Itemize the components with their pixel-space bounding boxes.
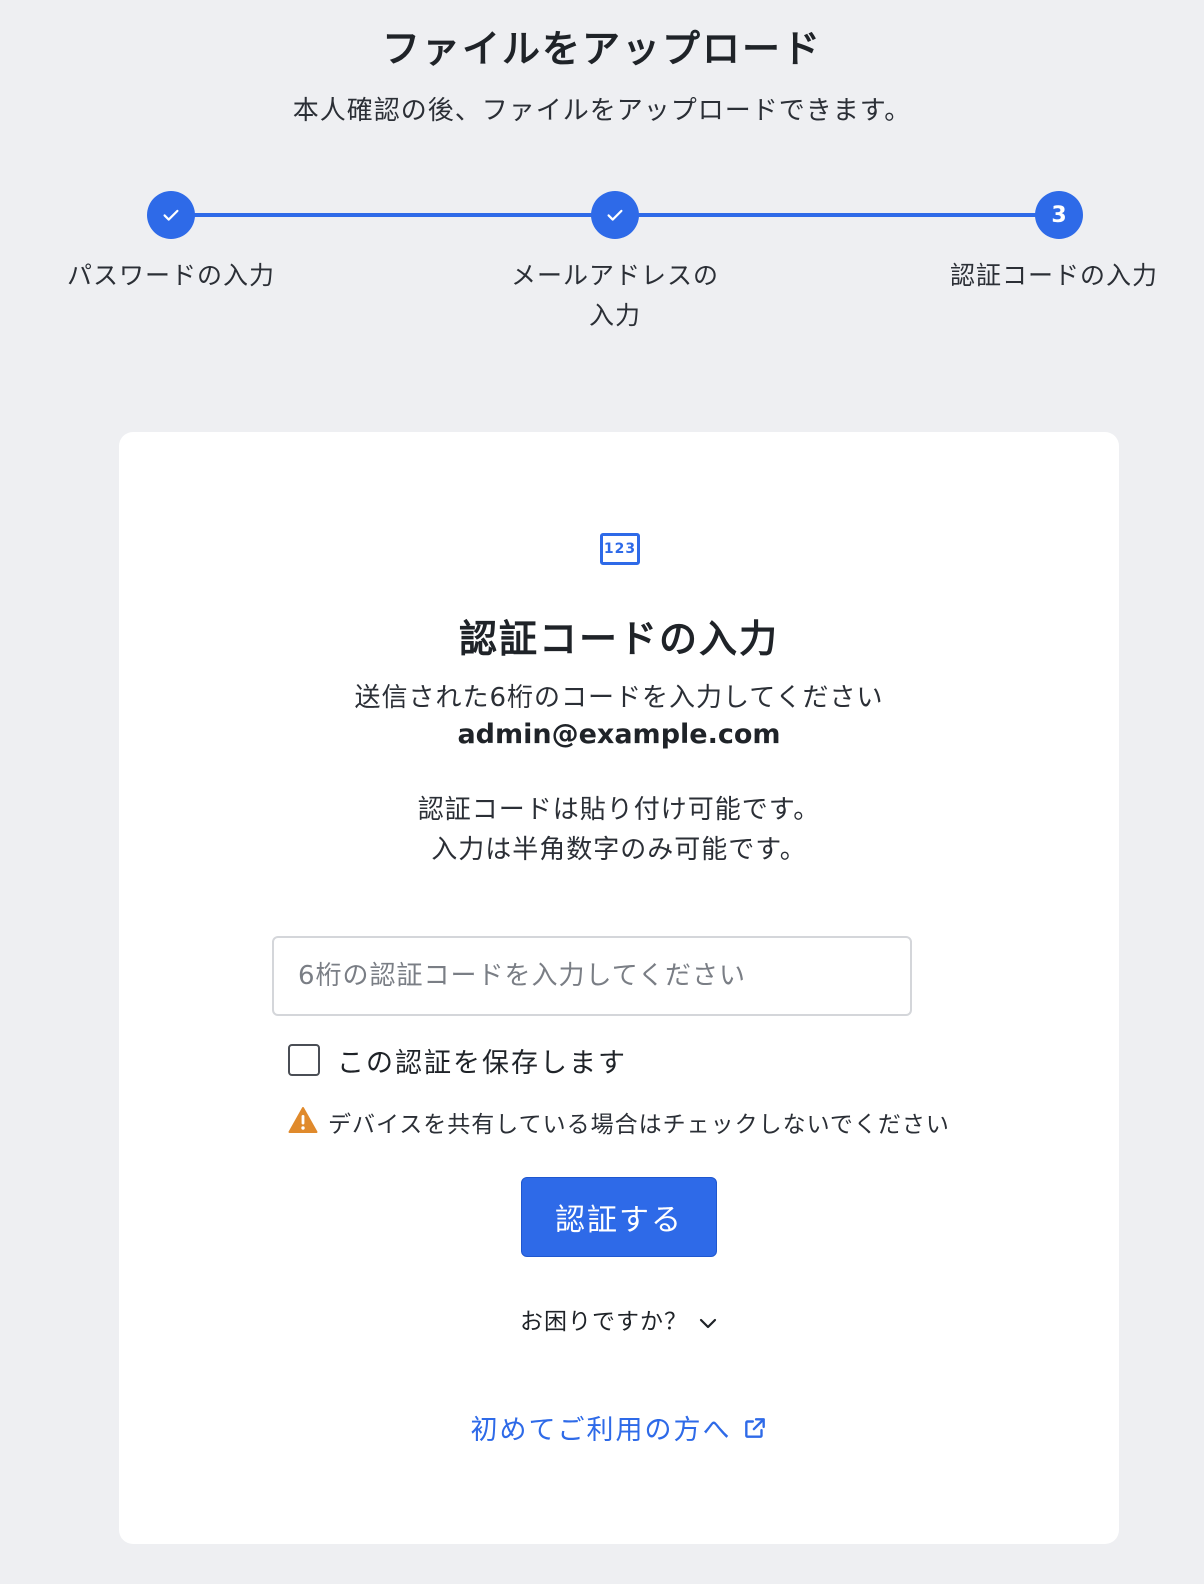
help-toggle[interactable]: お困りですか？ [119, 1302, 1119, 1336]
stepper-connector-2 [637, 213, 1059, 217]
page-title: ファイルをアップロード [381, 27, 822, 71]
step-2-label: メールアドレスの 入力 [465, 256, 765, 336]
step-3-label: 認証コードの入力 [949, 261, 1158, 290]
check-icon [163, 209, 179, 221]
stepper-connector-1 [193, 213, 615, 217]
step-2-label-line2: 入力 [588, 301, 641, 330]
page-subtitle: 本人確認の後、ファイルをアップロードできます。 [292, 96, 912, 126]
check-icon [607, 209, 623, 221]
first-time-guide-link[interactable]: 初めてご利用の方へ [119, 1408, 1119, 1447]
remember-checkbox[interactable] [288, 1044, 320, 1076]
step-1-label: パスワードの入力 [66, 261, 275, 290]
first-time-guide-label: 初めてご利用の方へ [470, 1415, 732, 1446]
step-3-indicator: 3 [1035, 191, 1083, 239]
email-address: admin@example.com [457, 719, 781, 750]
step-2-indicator [591, 191, 639, 239]
help-toggle-label: お困りですか？ [520, 1309, 688, 1335]
card-title: 認証コードの入力 [458, 617, 779, 661]
external-link-icon [744, 1418, 765, 1438]
step-2-label-line1: メールアドレスの [510, 261, 719, 290]
warning-icon [288, 1107, 318, 1133]
verify-button[interactable]: 認証する [521, 1177, 717, 1257]
chevron-down-icon [699, 1318, 717, 1328]
numeric-code-icon: 123 [600, 533, 640, 565]
digits-note: 入力は半角数字のみ可能です。 [431, 835, 807, 865]
step-1-indicator [147, 191, 195, 239]
warning-text: デバイスを共有している場合はチェックしないでください [328, 1112, 950, 1138]
paste-note: 認証コードは貼り付け可能です。 [417, 795, 821, 825]
verification-code-input[interactable] [272, 936, 912, 1016]
instruction-text: 送信された6桁のコードを入力してください [354, 683, 884, 713]
remember-checkbox-label[interactable]: この認証を保存します [337, 1041, 627, 1080]
verification-card: 123 認証コードの入力 送信された6桁のコードを入力してください admin@… [119, 432, 1119, 1544]
